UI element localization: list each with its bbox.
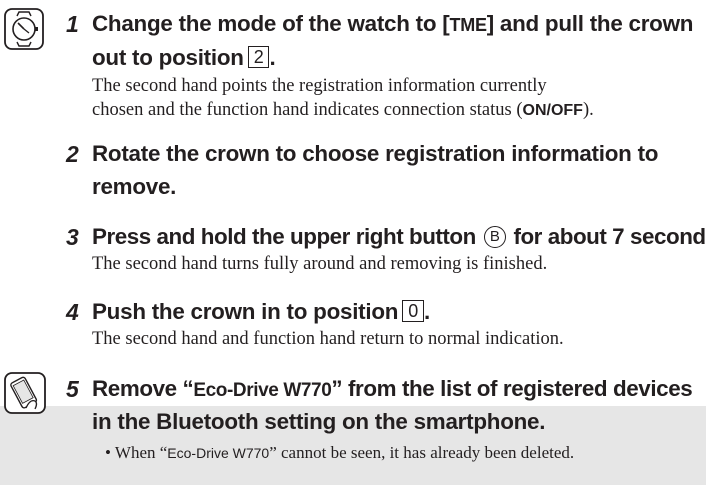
bullet-icon: • <box>105 443 111 462</box>
step-heading-line: Remove “Eco-Drive W770” from the list of… <box>92 376 693 401</box>
step-description: The second hand points the registration … <box>92 76 547 96</box>
step-number: 1 <box>66 11 79 37</box>
step-number: 4 <box>66 299 79 325</box>
device-name: Eco-Drive W770 <box>167 445 270 461</box>
crown-position-box: 2 <box>247 46 270 68</box>
step-heading-line: Rotate the crown to choose registration … <box>92 141 659 166</box>
step-heading-line: Press and hold the upper right button B … <box>92 224 706 249</box>
note-bullet-item: • When “Eco-Drive W770” cannot be seen, … <box>105 443 575 462</box>
crown-position-box: 0 <box>402 300 424 322</box>
mode-indicator: TME <box>449 15 487 35</box>
step-heading-line: in the Bluetooth setting on the smartpho… <box>92 409 546 434</box>
button-b-icon: B <box>483 226 506 248</box>
smartphone-icon <box>4 372 46 414</box>
watch-icon <box>4 8 44 50</box>
step-description: The second hand turns fully around and r… <box>92 254 548 274</box>
step-description: The second hand and function hand return… <box>92 329 564 349</box>
step-heading-line: out to position 2. <box>92 45 276 70</box>
step-heading-line: remove. <box>92 174 177 199</box>
device-name: Eco-Drive W770 <box>193 380 332 401</box>
step-number: 5 <box>66 376 79 402</box>
connection-status-label: ON/OFF <box>522 102 583 119</box>
step-heading-line: Push the crown in to position 0. <box>92 299 430 324</box>
step-number: 2 <box>66 141 79 167</box>
step-heading-line: Change the mode of the watch to [TME] an… <box>92 11 694 36</box>
step-description: chosen and the function hand indicates c… <box>92 100 594 120</box>
step-number: 3 <box>66 224 79 250</box>
